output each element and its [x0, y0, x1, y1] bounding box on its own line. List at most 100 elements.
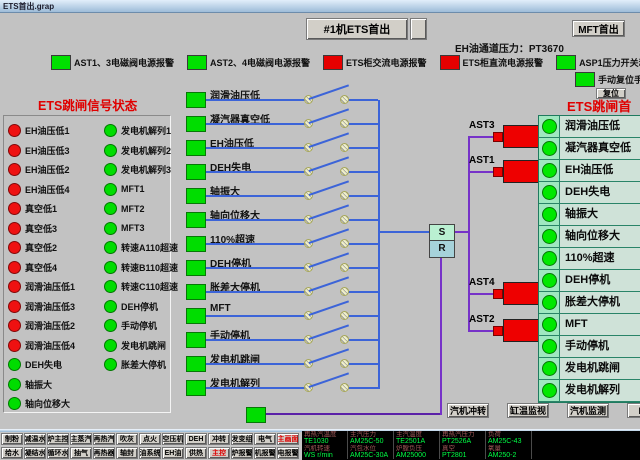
live-values-panel: 再热汽温度 TE1030 主汽压力 AM25C-50 主汽温度 TE2501A …	[302, 431, 640, 460]
toolbar-button[interactable]: 减温水	[24, 433, 46, 445]
first-out-led-cell	[539, 226, 560, 248]
trip-signal-label: 真空低1	[25, 202, 57, 215]
toolbar-button[interactable]: 制粉	[1, 433, 23, 445]
trip-signal-status-panel: EH油压低1 EH油压低3 EH油压低2 EH油压低4	[3, 115, 171, 413]
first-out-led-cell	[539, 314, 560, 336]
first-out-row: EH油压低	[539, 160, 640, 182]
sr-latch-reset-cell: R	[430, 241, 454, 257]
trip-signal-item: 润滑油压低1	[8, 277, 75, 297]
first-out-row: 胀差大停机	[539, 292, 640, 314]
status-led-icon	[104, 144, 117, 157]
toolbar-button[interactable]: 空压机	[162, 433, 184, 445]
status-led-icon	[8, 397, 21, 410]
trip-signal-label: EH油压低1	[25, 124, 70, 137]
toolbar-button[interactable]: 凝结水	[24, 447, 46, 459]
live-value-reading: WS r/min	[304, 452, 347, 459]
signal-input-square	[186, 356, 206, 372]
first-out-label: 胀差大停机	[560, 292, 640, 314]
toolbar-button[interactable]: 再热汽	[93, 433, 115, 445]
live-value-cell: 主汽温度 TE2501A	[394, 431, 440, 445]
toolbar-button[interactable]: DEH	[185, 433, 207, 445]
unit1-ets-first-out-button[interactable]: #1机ETS首出	[306, 18, 408, 40]
live-value-name: 主汽温度	[396, 431, 439, 438]
trip-bus-wire	[378, 100, 380, 389]
toolbar-button[interactable]: 抽气	[70, 447, 92, 459]
trip-signal-item: DEH停机	[104, 297, 178, 317]
live-values-row-1: 再热汽温度 TE1030 主汽压力 AM25C-50 主汽温度 TE2501A …	[302, 431, 640, 445]
window-titlebar[interactable]: ETS首出.grap	[0, 0, 640, 13]
logic-row: EH油压低	[186, 136, 386, 160]
status-led-icon	[8, 163, 21, 176]
toolbar-button[interactable]: 发变组	[231, 433, 253, 445]
toolbar-button[interactable]: 轴封	[116, 447, 138, 459]
contact-icon	[340, 383, 349, 392]
status-led-icon	[8, 241, 21, 254]
toolbar-button[interactable]: EH油	[162, 447, 184, 459]
wire	[345, 387, 378, 389]
status-led-icon	[8, 144, 21, 157]
toolbar-button[interactable]: 冲转	[208, 433, 230, 445]
wire	[470, 136, 493, 138]
trip-signal-column-1: EH油压低1 EH油压低3 EH油压低2 EH油压低4	[8, 121, 75, 414]
toolbar-button[interactable]: 炉报警	[231, 447, 253, 459]
trip-signal-item: 转速A110超速	[104, 238, 178, 258]
logic-row: 发电机解列	[186, 376, 386, 400]
toolbar-button[interactable]: 点火	[139, 433, 161, 445]
contact-icon	[340, 143, 349, 152]
alarm-indicator-label: ETS柜交流电源报警	[346, 56, 427, 69]
live-value-reading: AM25000	[396, 452, 439, 459]
toolbar-button[interactable]: 油系统	[139, 447, 161, 459]
footer-nav-buttons: 汽机冲转 缸温监视 汽机监测 DEH	[447, 403, 640, 418]
alarm-lamp-icon	[187, 55, 207, 70]
trip-signal-label: 转速C110超速	[121, 280, 178, 293]
footer-nav-button[interactable]: 汽机监测	[567, 403, 609, 418]
contact-icon	[340, 167, 349, 176]
wire	[345, 195, 378, 197]
wire	[470, 330, 493, 332]
status-led-icon	[8, 202, 21, 215]
wire	[206, 123, 308, 125]
toolbar-button[interactable]: 吹灰	[116, 433, 138, 445]
contact-icon	[340, 239, 349, 248]
ets-first-out-side-tile[interactable]	[410, 18, 427, 40]
live-value-name: 负荷	[488, 431, 531, 438]
first-out-label: DEH失电	[560, 182, 640, 204]
live-value-reading: TE2501A	[396, 438, 439, 445]
ast1-connector-square	[493, 167, 503, 177]
toolbar-button[interactable]: 给水	[1, 447, 23, 459]
first-out-label: 发电机跳闸	[560, 358, 640, 380]
toolbar-button[interactable]: 主蒸汽	[70, 433, 92, 445]
trip-signal-label: MFT3	[121, 223, 145, 233]
toolbar-button[interactable]: 机报警	[254, 447, 276, 459]
alarm-indicator-row: AST1、3电磁阀电源报警 AST2、4电磁阀电源报警 ETS柜交流电源报警 E…	[51, 55, 640, 70]
first-out-row: 发电机跳闸	[539, 358, 640, 380]
toolbar-button[interactable]: 循环水	[47, 447, 69, 459]
live-value-cell: 汽机转速 WS r/min	[302, 445, 348, 459]
toolbar-button[interactable]: 炉主控	[47, 433, 69, 445]
toolbar-button[interactable]: 再热器	[93, 447, 115, 459]
trip-signal-item: EH油压低4	[8, 180, 75, 200]
toolbar-button[interactable]: 电报警	[277, 447, 299, 459]
trip-signal-item: 转速C110超速	[104, 277, 178, 297]
first-out-row: 110%超速	[539, 248, 640, 270]
wire	[345, 339, 378, 341]
toolbar-button[interactable]: 电气	[254, 433, 276, 445]
status-led-icon	[104, 280, 117, 293]
toolbar-button[interactable]: 主控	[208, 447, 230, 459]
live-value-cell: 再热汽温度 TE1030	[302, 431, 348, 445]
trip-signal-label: 发电机解列2	[121, 144, 171, 157]
reset-wire	[440, 258, 442, 415]
footer-nav-button[interactable]: 汽机冲转	[447, 403, 489, 418]
sr-input-wire	[378, 231, 429, 233]
trip-signal-label: 发电机解列1	[121, 124, 171, 137]
footer-nav-button[interactable]: DEH	[627, 403, 640, 418]
toolbar-button[interactable]: 供热	[185, 447, 207, 459]
trip-signal-item: 真空低2	[8, 238, 75, 258]
first-out-led-cell	[539, 182, 560, 204]
footer-nav-button[interactable]: 缸温监视	[507, 403, 549, 418]
trip-signal-item: 转速B110超速	[104, 258, 178, 278]
mft-first-out-button[interactable]: MFT首出	[572, 20, 625, 37]
wire	[345, 315, 378, 317]
toolbar-button[interactable]: 主画面	[277, 433, 299, 445]
trip-signal-item: 发电机解列3	[104, 160, 178, 180]
